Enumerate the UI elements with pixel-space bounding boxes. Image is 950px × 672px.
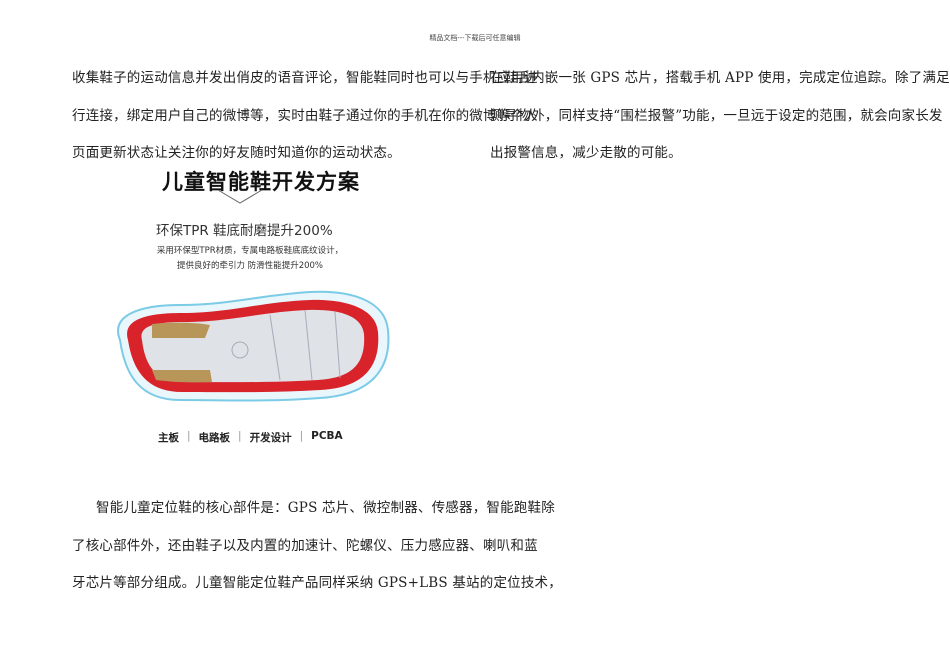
figure-label: 主板 bbox=[158, 432, 179, 444]
figure-subtitle: 环保TPR 鞋底耐磨提升200% bbox=[156, 223, 333, 239]
left-paragraph-line: 页面更新状态让关注你的好友随时知道你的运动状态。 bbox=[72, 145, 401, 161]
left-paragraph-line: 收集鞋子的运动信息并发出俏皮的语音评论，智能鞋同时也可以与手机应用进 bbox=[72, 70, 538, 86]
figure-desc: 提供良好的牵引力 防滑性能提升200% bbox=[176, 261, 323, 271]
shoe-sole-image bbox=[117, 290, 390, 402]
right-paragraph-line: 测寻物外，同样支持“围栏报警”功能，一旦远于设定的范围，就会向家长发 bbox=[490, 108, 943, 124]
left-paragraph-line: 牙芯片等部分组成。儿童智能定位鞋产品同样采纳 GPS+LBS 基站的定位技术， bbox=[72, 575, 562, 591]
left-paragraph-line: 行连接，绑定用户自己的微博等，实时由鞋子通过你的手机在你的微博等个人 bbox=[72, 108, 538, 124]
figure-labels: 主板 | 电路板 | 开发设计 | PCBA bbox=[158, 430, 343, 444]
figure-label: 电路板 bbox=[198, 432, 231, 444]
shoe-sole-figure: 儿童智能鞋开发方案 环保TPR 鞋底耐磨提升200% 采用环保型TPR材质，专属… bbox=[100, 160, 400, 460]
figure-label: PCBA bbox=[311, 430, 343, 442]
left-paragraph-line: 智能儿童定位鞋的核心部件是：GPS 芯片、微控制器、传感器，智能跑鞋除 bbox=[96, 500, 555, 516]
figure-label: 开发设计 bbox=[249, 432, 292, 444]
right-paragraph-line: 出报警信息，减少走散的可能。 bbox=[490, 145, 682, 161]
figure-desc: 采用环保型TPR材质，专属电路板鞋底底纹设计， bbox=[156, 246, 344, 256]
left-paragraph-line: 了核心部件外，还由鞋子以及内置的加速计、陀螺仪、压力感应器、喇叭和蓝 bbox=[72, 538, 538, 554]
right-paragraph-line: 在鞋舌内嵌一张 GPS 芯片，搭载手机 APP 使用，完成定位追踪。除了满足主动… bbox=[490, 70, 950, 86]
page-header: 精品文档---下载后可任意编辑 bbox=[429, 34, 521, 42]
